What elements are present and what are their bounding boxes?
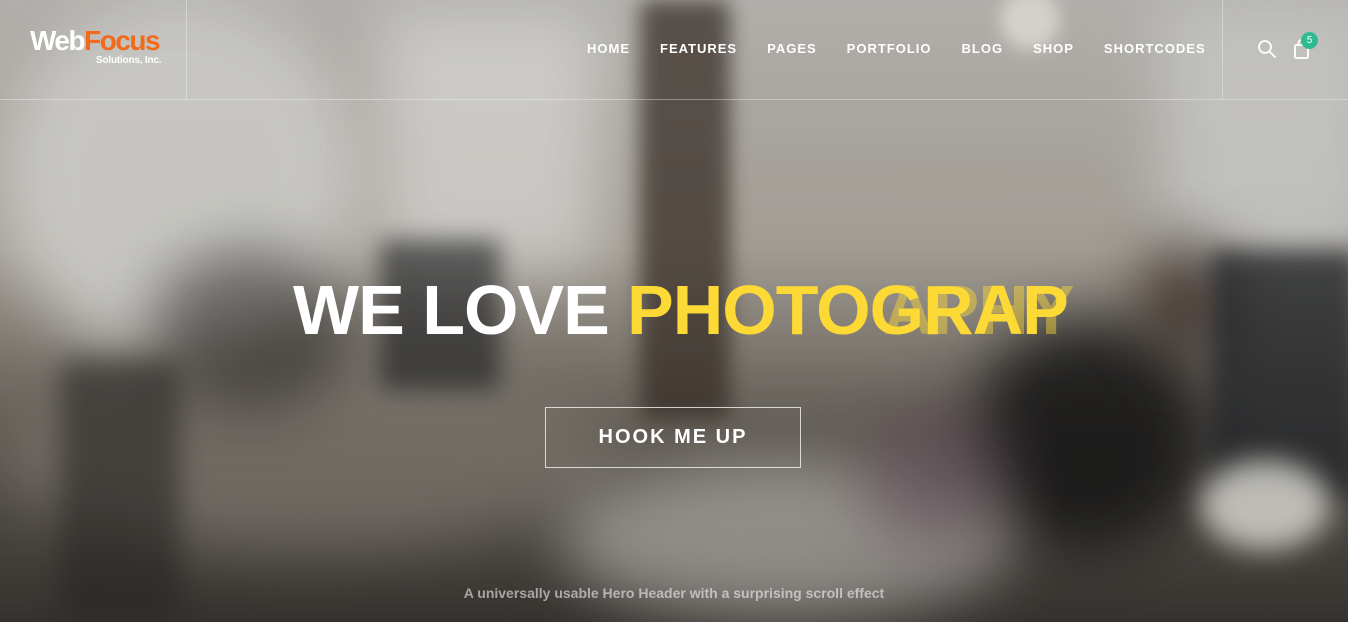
nav-item-home[interactable]: HOME [572, 41, 645, 56]
nav-item-shop[interactable]: SHOP [1018, 41, 1089, 56]
logo-subtitle: Solutions, Inc. [96, 55, 162, 66]
hero-headline: WE LOVE APHY PHOTOGRAP [293, 270, 1193, 360]
logo-wordmark: WebFocus [30, 26, 186, 56]
nav-item-blog[interactable]: BLOG [947, 41, 1019, 56]
hero-section: WebFocus Solutions, Inc. HOME FEATURES P… [0, 0, 1348, 622]
logo-focus: Focus [84, 25, 160, 56]
header-divider [1222, 0, 1223, 99]
nav-item-pages[interactable]: PAGES [752, 41, 832, 56]
nav-item-portfolio[interactable]: PORTFOLIO [832, 41, 947, 56]
main-nav: HOME FEATURES PAGES PORTFOLIO BLOG SHOP … [572, 0, 1221, 97]
cart-count-badge: 5 [1301, 32, 1318, 49]
headline-highlight-text: PHOTOGRAP [627, 271, 1069, 349]
header-divider [186, 0, 187, 99]
hero-tagline: A universally usable Hero Header with a … [463, 585, 885, 601]
headline-white-text: WE LOVE [293, 271, 610, 349]
search-icon[interactable] [1257, 39, 1277, 59]
nav-item-features[interactable]: FEATURES [645, 41, 752, 56]
hook-me-up-button[interactable]: HOOK ME UP [545, 407, 801, 468]
nav-item-shortcodes[interactable]: SHORTCODES [1089, 41, 1221, 56]
site-header: WebFocus Solutions, Inc. HOME FEATURES P… [0, 0, 1348, 100]
logo-web: Web [30, 25, 86, 56]
logo[interactable]: WebFocus Solutions, Inc. [30, 26, 186, 76]
